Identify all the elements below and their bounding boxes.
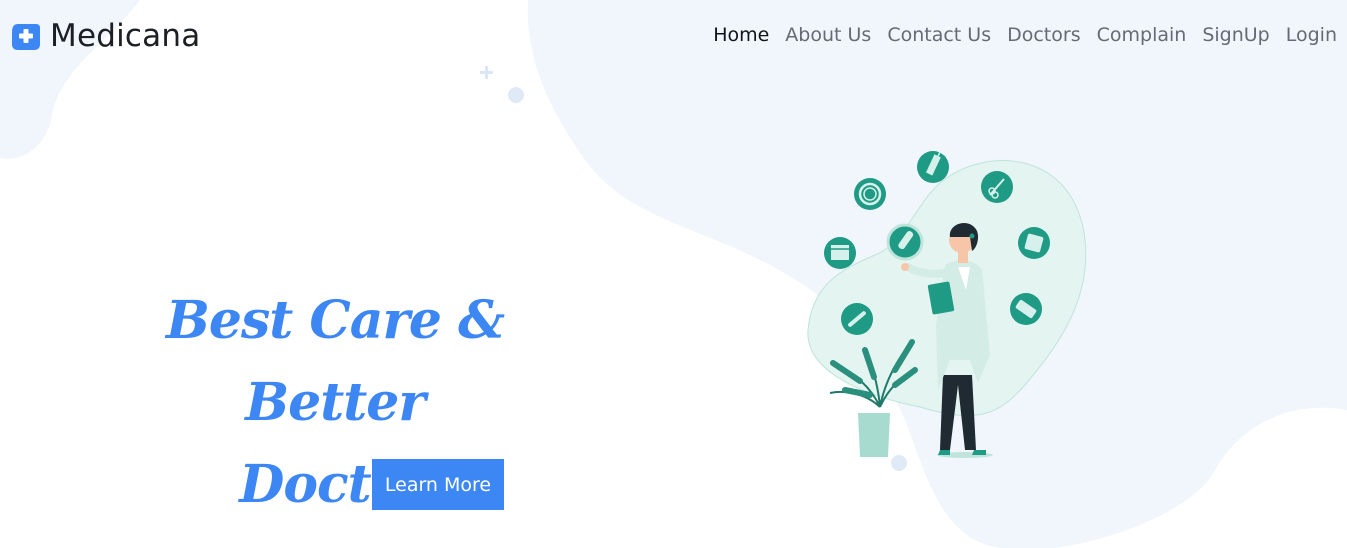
stethoscope-icon [854, 178, 886, 210]
decor-plus [480, 66, 493, 79]
thermometer-icon [886, 223, 924, 261]
brand[interactable]: Medicana [12, 18, 200, 54]
calendar-icon [824, 237, 856, 269]
bandage-icon [1018, 227, 1050, 259]
nav-signup[interactable]: SignUp [1202, 24, 1269, 46]
nav-login[interactable]: Login [1286, 24, 1337, 46]
decor-dot [508, 87, 524, 103]
nav-home[interactable]: Home [713, 24, 769, 46]
syringe-icon [917, 151, 949, 183]
doctor-illustration [807, 151, 1087, 458]
nav-contact-us[interactable]: Contact Us [887, 24, 991, 46]
nav-complain[interactable]: Complain [1097, 24, 1187, 46]
capsule-icon [841, 303, 873, 335]
medical-cross-icon [12, 24, 40, 50]
main-nav: Home About Us Contact Us Doctors Complai… [713, 24, 1337, 46]
hero-title-line1: Best Care & [165, 290, 505, 351]
scissors-icon [981, 171, 1013, 203]
nav-about-us[interactable]: About Us [785, 24, 871, 46]
pills-icon [1010, 293, 1042, 325]
nav-doctors[interactable]: Doctors [1007, 24, 1081, 46]
learn-more-button[interactable]: Learn More [372, 459, 504, 510]
brand-name: Medicana [50, 18, 201, 54]
